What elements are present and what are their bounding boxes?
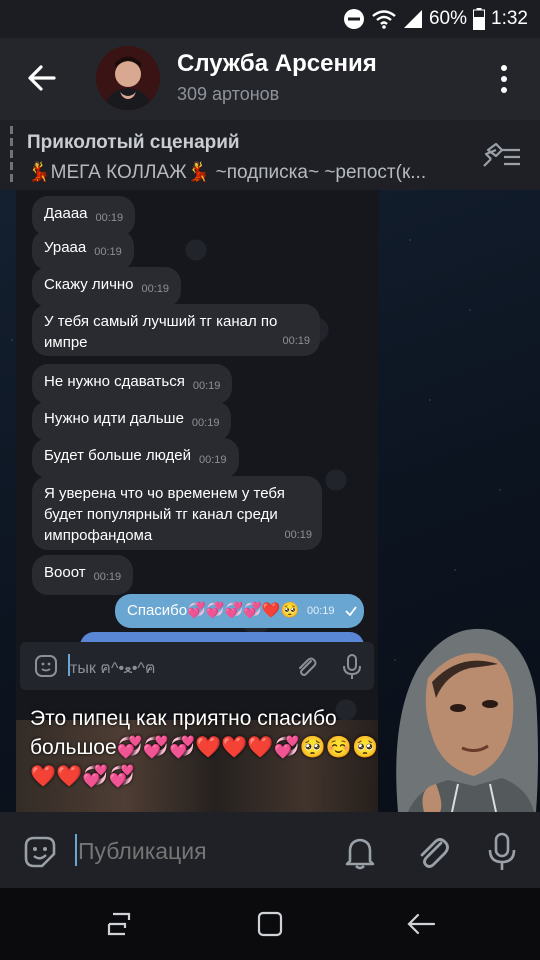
channel-avatar[interactable]: [96, 46, 160, 110]
check-icon: [345, 606, 357, 617]
bubble-time: 00:19: [282, 335, 310, 347]
chat-bubble: Вооот 00:19: [32, 555, 134, 595]
back-button[interactable]: [22, 58, 62, 98]
bubble-text: У тебя самый лучший тг канал по импре: [44, 313, 278, 351]
chat-bubble: Будет больше людей 00:19: [32, 438, 239, 478]
channel-title[interactable]: Служба Арсения: [177, 50, 377, 78]
status-bar: 60% 1:32: [0, 0, 540, 38]
home-icon: [257, 911, 283, 937]
bubble-text: Даааа: [44, 205, 88, 222]
bubble-time: 00:19: [191, 417, 220, 429]
chat-bubble: Нужно идти дальше 00:19: [32, 401, 232, 441]
more-vertical-icon: [501, 65, 507, 93]
sticker-icon: [35, 655, 57, 677]
unpin-icon: [483, 142, 520, 167]
bubble-text: Будет больше людей: [44, 447, 192, 464]
bubble-text: Спасибо💞💞💞💞❤️🥺: [127, 602, 300, 619]
embedded-chat-screenshot: Даааа 00:19 Урааа 00:19 Скажу лично 00:19 У…: [16, 190, 378, 720]
pinned-message-bar[interactable]: Приколотый сценарий 💃МЕГА КОЛЛАЖ💃 ~подпи…: [0, 120, 540, 190]
hooded-man-image: [396, 628, 538, 812]
home-button[interactable]: [256, 910, 284, 938]
nav-back-button[interactable]: [406, 910, 436, 938]
bubble-time: 00:19: [94, 246, 122, 258]
bubble-text: Я уверена что чо временем у тебя будет п…: [44, 485, 285, 544]
signal-icon: [403, 10, 422, 28]
voice-record-button[interactable]: [486, 832, 518, 872]
microphone-icon: [343, 654, 361, 679]
outgoing-bubble: Спасибо💞💞💞💞❤️🥺 00:19: [115, 594, 364, 628]
wifi-icon: [372, 10, 396, 29]
pinned-title: Приколотый сценарий: [27, 132, 240, 153]
chat-bubble: Урааа 00:19: [32, 230, 134, 270]
arrow-left-icon: [28, 65, 56, 91]
system-nav-bar: [0, 888, 540, 960]
notification-toggle-button[interactable]: [343, 834, 377, 870]
text-caret: [75, 834, 77, 866]
back-arrow-icon: [407, 913, 436, 935]
battery-icon: [473, 8, 486, 30]
bubble-time: 00:19: [93, 571, 122, 583]
avatar-image: [96, 46, 160, 110]
status-icons: 60% 1:32: [343, 7, 528, 31]
paperclip-icon: [420, 838, 449, 868]
chat-bubble: Скажу лично 00:19: [32, 267, 182, 307]
member-count: 309 артонов: [177, 84, 280, 104]
message-input-bar: [0, 812, 540, 888]
pinned-text: 💃МЕГА КОЛЛАЖ💃 ~подписка~ ~репост(к...: [27, 162, 427, 183]
chat-bubble: У тебя самый лучший тг канал по импре 00:…: [32, 304, 320, 356]
paperclip-icon: [299, 657, 317, 676]
bubble-text: Урааа: [44, 239, 87, 256]
battery-percent: 60%: [428, 8, 468, 29]
bubble-time: 00:19: [141, 283, 170, 295]
bubble-text: Вооот: [44, 564, 86, 581]
post-caption: Это пипец как приятно спасибо большое💞💞💞…: [30, 707, 379, 788]
unpin-button[interactable]: [480, 142, 522, 170]
bubble-text: Скажу лично: [44, 276, 134, 293]
chat-bubble: Я уверена что чо временем у тебя будет п…: [32, 476, 322, 550]
bubble-time: 00:19: [95, 212, 124, 224]
screenshot-composer-text: тык ฅ^•ﻌ•^ฅ: [70, 660, 156, 677]
bubble-text: Нужно идти дальше: [44, 410, 184, 427]
sticker-icon: [24, 836, 56, 868]
chat-bubble: Не нужно сдаваться 00:19: [32, 364, 233, 404]
bell-icon: [345, 838, 375, 870]
bubble-time: 00:19: [192, 380, 221, 392]
dnd-icon: [343, 9, 364, 29]
attach-button[interactable]: [414, 832, 450, 872]
bubble-time: 00:19: [199, 454, 227, 466]
bubble-text: Не нужно сдаваться: [44, 373, 185, 390]
pin-indicator: [10, 126, 13, 182]
channel-header: Служба Арсения 309 артонов: [0, 38, 540, 120]
screenshot-composer: тык ฅ^•ﻌ•^ฅ: [20, 642, 374, 690]
sticker-button[interactable]: [22, 834, 58, 870]
post-input[interactable]: [78, 838, 374, 865]
bubble-time: 00:19: [284, 529, 312, 541]
recent-apps-button[interactable]: [105, 910, 133, 938]
clock: 1:32: [491, 8, 528, 29]
more-options-button[interactable]: [492, 62, 516, 96]
bubble-time: 00:19: [307, 605, 335, 617]
recent-apps-icon: [107, 912, 131, 936]
microphone-icon: [488, 832, 516, 870]
